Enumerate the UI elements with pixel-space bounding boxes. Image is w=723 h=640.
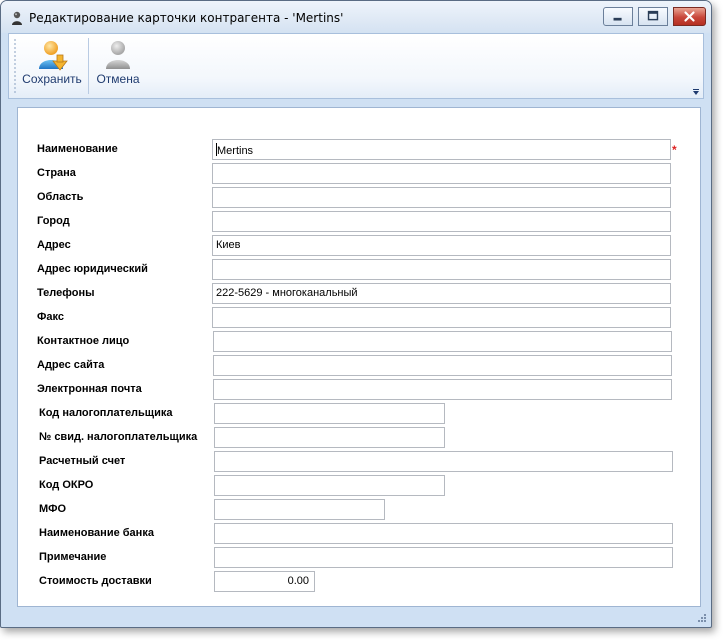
minimize-button[interactable] — [603, 7, 633, 26]
okpo-label: Код ОКРО — [39, 479, 94, 491]
website-field[interactable] — [213, 355, 672, 376]
address-label: Адрес — [37, 239, 71, 251]
delivery-cost-field[interactable]: 0.00 — [214, 571, 315, 592]
account-label: Расчетный счет — [39, 455, 126, 467]
maximize-icon — [647, 10, 659, 21]
delivery-cost-label: Стоимость доставки — [39, 575, 152, 587]
name-value: Mertins — [217, 145, 254, 157]
dialog-window: Редактирование карточки контрагента - 'M… — [0, 0, 712, 628]
bank-name-label: Наименование банка — [39, 527, 154, 539]
region-label: Область — [37, 191, 84, 203]
user-icon — [12, 11, 22, 25]
country-label: Страна — [37, 167, 76, 179]
note-field[interactable] — [214, 547, 673, 568]
legal-address-label: Адрес юридический — [37, 263, 148, 275]
phones-field[interactable]: 222-5629 - многоканальный — [212, 283, 671, 304]
maximize-button[interactable] — [638, 7, 668, 26]
mfo-field[interactable] — [214, 499, 385, 520]
cancel-button-label: Отмена — [96, 72, 140, 86]
contact-person-label: Контактное лицо — [37, 335, 130, 347]
bank-name-field[interactable] — [214, 523, 673, 544]
minimize-icon — [613, 17, 622, 21]
name-field[interactable]: Mertins — [212, 139, 671, 160]
taxpayer-cert-field[interactable] — [214, 427, 445, 448]
cancel-user-icon — [106, 41, 130, 69]
country-field[interactable] — [212, 163, 671, 184]
legal-address-field[interactable] — [212, 259, 671, 280]
account-field[interactable] — [214, 451, 673, 472]
toolbar: Сохранить Отмена — [8, 33, 704, 99]
address-field[interactable]: Киев — [212, 235, 671, 256]
fax-field[interactable] — [212, 307, 671, 328]
taxpayer-cert-label: № свид. налогоплательщика — [39, 431, 198, 443]
form-panel: Наименование Mertins * Страна Область Го… — [17, 107, 701, 607]
name-label: Наименование — [37, 143, 118, 155]
cancel-button[interactable]: Отмена — [91, 36, 145, 94]
city-field[interactable] — [212, 211, 671, 232]
required-marker: * — [672, 143, 677, 157]
region-field[interactable] — [212, 187, 671, 208]
window-title: Редактирование карточки контрагента - 'M… — [29, 11, 344, 25]
toolbar-overflow-icon[interactable] — [692, 88, 700, 96]
website-label: Адрес сайта — [37, 359, 105, 371]
email-label: Электронная почта — [37, 383, 142, 395]
close-icon — [684, 11, 695, 22]
phones-label: Телефоны — [37, 287, 95, 299]
toolbar-separator — [88, 38, 89, 94]
save-user-icon — [39, 41, 68, 71]
save-button[interactable]: Сохранить — [17, 36, 87, 94]
resize-grip-icon[interactable] — [697, 613, 707, 623]
email-field[interactable] — [213, 379, 672, 400]
contact-person-field[interactable] — [213, 331, 672, 352]
close-button[interactable] — [673, 7, 706, 26]
taxpayer-code-field[interactable] — [214, 403, 445, 424]
note-label: Примечание — [39, 551, 107, 563]
fax-label: Факс — [37, 311, 64, 323]
city-label: Город — [37, 215, 70, 227]
title-bar[interactable]: Редактирование карточки контрагента - 'M… — [1, 1, 711, 33]
save-button-label: Сохранить — [22, 72, 82, 86]
toolbar-grip[interactable] — [14, 38, 16, 94]
mfo-label: МФО — [39, 503, 67, 515]
taxpayer-code-label: Код налогоплательщика — [39, 407, 173, 419]
okpo-field[interactable] — [214, 475, 445, 496]
